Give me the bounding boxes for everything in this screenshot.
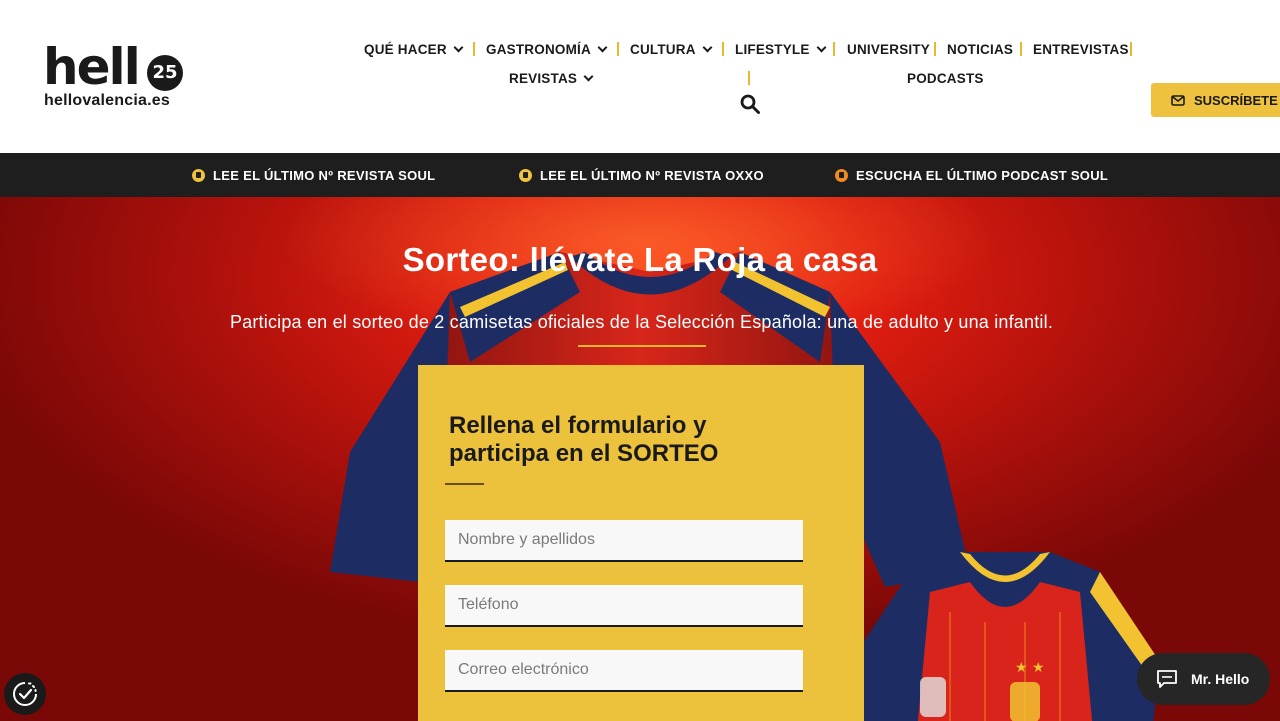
envelope-icon xyxy=(1171,94,1185,106)
chevron-down-icon xyxy=(816,42,827,53)
cookie-settings-button[interactable] xyxy=(4,673,46,715)
form-divider xyxy=(445,483,484,485)
nav-separator xyxy=(934,42,936,56)
search-icon[interactable] xyxy=(740,94,760,114)
hero-divider xyxy=(578,345,706,347)
nav-item-lifestyle[interactable]: LIFESTYLE xyxy=(735,42,827,57)
giveaway-form: Rellena el formulario y participa en el … xyxy=(418,365,864,721)
chevron-down-icon xyxy=(453,42,464,53)
hero-subtitle: Participa en el sorteo de 2 camisetas of… xyxy=(229,312,1054,332)
nav-separator xyxy=(473,42,475,56)
kids-jersey-image: ★ ★ xyxy=(850,552,1160,721)
logo-domain: hellovalencia.es xyxy=(44,92,170,109)
subscribe-button[interactable]: SUSCRÍBETE xyxy=(1151,83,1280,117)
chat-icon xyxy=(1157,670,1177,688)
phone-field[interactable] xyxy=(445,585,803,627)
download-icon xyxy=(192,168,205,182)
nav-separator xyxy=(748,71,750,85)
nav-separator xyxy=(833,42,835,56)
site-logo[interactable]: hell 25 hellovalencia.es xyxy=(43,42,193,112)
email-field[interactable] xyxy=(445,650,803,692)
svg-text:★ ★: ★ ★ xyxy=(1015,660,1045,676)
site-header: hell 25 hellovalencia.es QUÉ HACER GASTR… xyxy=(0,0,1280,153)
podcast-icon xyxy=(835,168,848,182)
promo-link-revista-soul[interactable]: LEE EL ÚLTIMO Nº REVISTA SOUL xyxy=(192,153,435,197)
nav-item-noticias[interactable]: NOTICIAS xyxy=(947,42,1013,57)
download-icon xyxy=(519,168,532,182)
nav-item-cultura[interactable]: CULTURA xyxy=(630,42,713,57)
nav-item-podcasts[interactable]: PODCASTS xyxy=(907,71,984,86)
anniversary-badge: 25 xyxy=(147,55,183,91)
nav-item-gastronomia[interactable]: GASTRONOMÍA xyxy=(486,42,608,57)
name-field[interactable] xyxy=(445,520,803,562)
chevron-down-icon xyxy=(702,42,713,53)
nav-separator xyxy=(1130,42,1132,56)
hero-title: Sorteo: llévate La Roja a casa xyxy=(402,241,878,278)
logo-wordmark: hell xyxy=(43,38,141,96)
hero-section: ★ ★ Sorteo: llévate La Roja a casa Parti… xyxy=(0,197,1280,721)
promo-bar: LEE EL ÚLTIMO Nº REVISTA SOUL LEE EL ÚLT… xyxy=(0,153,1280,197)
nav-separator xyxy=(617,42,619,56)
promo-link-revista-oxxo[interactable]: LEE EL ÚLTIMO Nº REVISTA OXXO xyxy=(519,153,764,197)
chevron-down-icon xyxy=(597,42,608,53)
nav-item-revistas[interactable]: REVISTAS xyxy=(509,71,594,86)
nav-item-university[interactable]: UNIVERSITY xyxy=(847,42,930,57)
chat-widget-button[interactable]: Mr. Hello xyxy=(1137,653,1270,705)
nav-item-que-hacer[interactable]: QUÉ HACER xyxy=(364,42,464,57)
chevron-down-icon xyxy=(583,71,594,82)
cookie-consent-icon xyxy=(13,682,37,706)
promo-link-podcast-soul[interactable]: ESCUCHA EL ÚLTIMO PODCAST SOUL xyxy=(835,153,1108,197)
form-title: Rellena el formulario y participa en el … xyxy=(449,412,719,467)
nav-separator xyxy=(722,42,724,56)
nav-item-entrevistas[interactable]: ENTREVISTAS xyxy=(1033,42,1129,57)
nav-separator xyxy=(1020,42,1022,56)
